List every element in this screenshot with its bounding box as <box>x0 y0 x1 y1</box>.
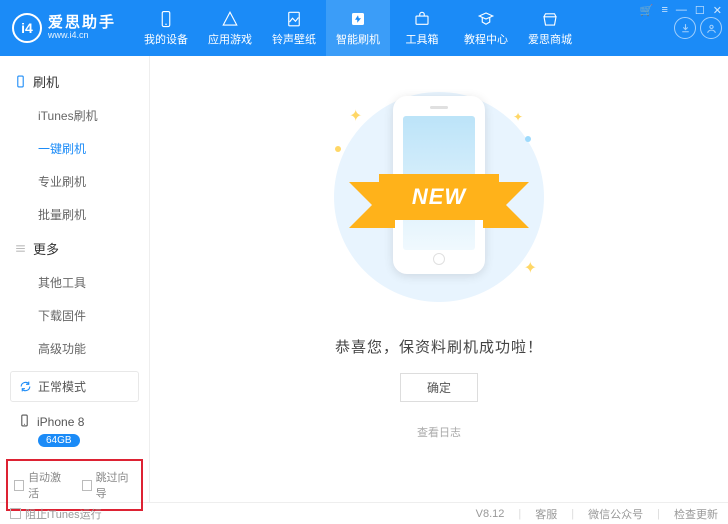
main-content: ✦ ✦ ✦ NEW 恭喜您，保资料刷机成功啦！ 确定 查看日志 <box>150 56 728 502</box>
maximize-icon[interactable]: ☐ <box>695 4 705 17</box>
skip-guide-checkbox[interactable]: 跳过向导 <box>82 469 136 501</box>
download-manager-button[interactable] <box>674 17 696 39</box>
device-info[interactable]: iPhone 8 64GB <box>10 408 139 453</box>
success-illustration: ✦ ✦ ✦ NEW <box>319 96 559 306</box>
nav-tutorials[interactable]: 教程中心 <box>454 0 518 56</box>
cart-icon[interactable]: 🛒 <box>640 4 654 17</box>
ribbon-text: NEW <box>379 174 499 220</box>
nav-toolbox[interactable]: 工具箱 <box>390 0 454 56</box>
options-highlight-box: 自动激活 跳过向导 <box>6 459 143 511</box>
ribbon-graphic: NEW <box>354 174 524 234</box>
more-icon <box>14 242 27 255</box>
device-phone-icon <box>18 414 31 430</box>
stop-itunes-checkbox[interactable]: 阻止iTunes运行 <box>10 506 102 522</box>
checkbox-icon <box>14 480 24 491</box>
device-name: iPhone 8 <box>37 415 84 429</box>
dot-icon <box>525 136 531 142</box>
sidebar-item-pro-flash[interactable]: 专业刷机 <box>38 165 149 198</box>
phone-small-icon <box>14 75 27 88</box>
view-log-link[interactable]: 查看日志 <box>417 424 461 440</box>
wallpaper-icon <box>285 10 303 28</box>
flash-icon <box>349 10 367 28</box>
top-nav: 我的设备 应用游戏 铃声壁纸 智能刷机 工具箱 教程中心 爱思商城 <box>134 0 582 56</box>
mall-icon <box>541 10 559 28</box>
section-flash-title: 刷机 <box>0 64 149 99</box>
checkbox-icon <box>10 508 21 519</box>
brand-site: www.i4.cn <box>48 31 116 41</box>
sidebar: 刷机 iTunes刷机 一键刷机 专业刷机 批量刷机 更多 其他工具 下载固件 … <box>0 56 150 502</box>
success-message: 恭喜您，保资料刷机成功啦！ <box>335 336 543 357</box>
apps-icon <box>221 10 239 28</box>
storage-badge: 64GB <box>38 434 80 447</box>
sidebar-item-download-firmware[interactable]: 下载固件 <box>38 299 149 332</box>
sparkle-icon: ✦ <box>349 106 362 126</box>
sidebar-item-oneclick-flash[interactable]: 一键刷机 <box>38 132 149 165</box>
section-more-title: 更多 <box>0 231 149 266</box>
sidebar-item-batch-flash[interactable]: 批量刷机 <box>38 198 149 231</box>
minimize-icon[interactable]: — <box>676 4 687 17</box>
window-controls: 🛒 ≡ — ☐ ✕ <box>640 4 722 17</box>
refresh-icon <box>19 380 32 393</box>
toolbox-icon <box>413 10 431 28</box>
nav-mall[interactable]: 爱思商城 <box>518 0 582 56</box>
tutorial-icon <box>477 10 495 28</box>
dot-icon <box>335 146 341 152</box>
menu-icon[interactable]: ≡ <box>661 4 667 17</box>
support-link[interactable]: 客服 <box>535 506 557 522</box>
header: i4 爱思助手 www.i4.cn 我的设备 应用游戏 铃声壁纸 智能刷机 工具… <box>0 0 728 56</box>
nav-my-device[interactable]: 我的设备 <box>134 0 198 56</box>
ok-button[interactable]: 确定 <box>400 373 478 402</box>
check-update-link[interactable]: 检查更新 <box>674 506 718 522</box>
sidebar-item-advanced[interactable]: 高级功能 <box>38 332 149 365</box>
nav-flash[interactable]: 智能刷机 <box>326 0 390 56</box>
nav-ringtones[interactable]: 铃声壁纸 <box>262 0 326 56</box>
version-label: V8.12 <box>476 508 505 520</box>
sparkle-icon: ✦ <box>513 110 523 124</box>
wechat-link[interactable]: 微信公众号 <box>588 506 643 522</box>
sparkle-icon: ✦ <box>524 258 537 278</box>
nav-apps[interactable]: 应用游戏 <box>198 0 262 56</box>
account-button[interactable] <box>700 17 722 39</box>
logo[interactable]: i4 爱思助手 www.i4.cn <box>12 13 116 43</box>
checkbox-icon <box>82 480 92 491</box>
mode-indicator[interactable]: 正常模式 <box>10 371 139 402</box>
close-icon[interactable]: ✕ <box>713 4 722 17</box>
auto-activate-checkbox[interactable]: 自动激活 <box>14 469 68 501</box>
sidebar-item-other-tools[interactable]: 其他工具 <box>38 266 149 299</box>
logo-badge-icon: i4 <box>12 13 42 43</box>
sidebar-item-itunes-flash[interactable]: iTunes刷机 <box>38 99 149 132</box>
brand-name: 爱思助手 <box>48 15 116 32</box>
phone-icon <box>157 10 175 28</box>
